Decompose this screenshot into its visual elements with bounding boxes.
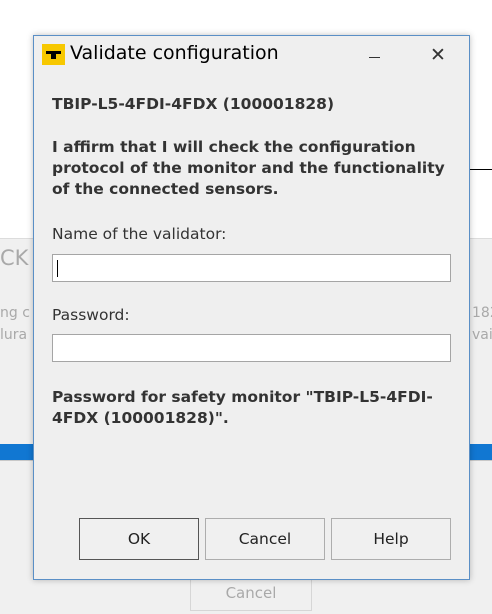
text-caret bbox=[57, 260, 58, 277]
validate-configuration-dialog: Validate configuration ✕ TBIP-L5-4FDI-4F… bbox=[33, 35, 470, 580]
background-text-left-1: ng c bbox=[0, 305, 30, 321]
minimize-icon bbox=[369, 57, 380, 58]
password-input[interactable] bbox=[52, 334, 451, 362]
validator-name-label: Name of the validator: bbox=[52, 225, 227, 243]
affirmation-text: I affirm that I will check the configura… bbox=[52, 138, 445, 198]
validator-name-input[interactable] bbox=[52, 254, 451, 282]
background-text-right-1: 182 bbox=[472, 305, 492, 321]
close-button[interactable]: ✕ bbox=[423, 40, 453, 70]
ok-button[interactable]: OK bbox=[79, 518, 199, 560]
minimize-button[interactable] bbox=[360, 40, 390, 70]
background-divider-line bbox=[468, 169, 492, 170]
dialog-titlebar[interactable]: Validate configuration ✕ bbox=[34, 36, 469, 74]
help-button[interactable]: Help bbox=[331, 518, 451, 560]
cancel-button[interactable]: Cancel bbox=[205, 518, 325, 560]
password-label: Password: bbox=[52, 306, 130, 324]
turck-logo-icon bbox=[42, 44, 65, 65]
password-info-text: Password for safety monitor "TBIP-L5-4FD… bbox=[52, 388, 433, 427]
device-name: TBIP-L5-4FDI-4FDX (100001828) bbox=[52, 95, 335, 113]
close-icon: ✕ bbox=[430, 44, 446, 66]
background-text-left-2: lura bbox=[0, 327, 28, 343]
background-text-right-2: vait bbox=[472, 327, 492, 343]
dialog-title: Validate configuration bbox=[70, 42, 279, 64]
